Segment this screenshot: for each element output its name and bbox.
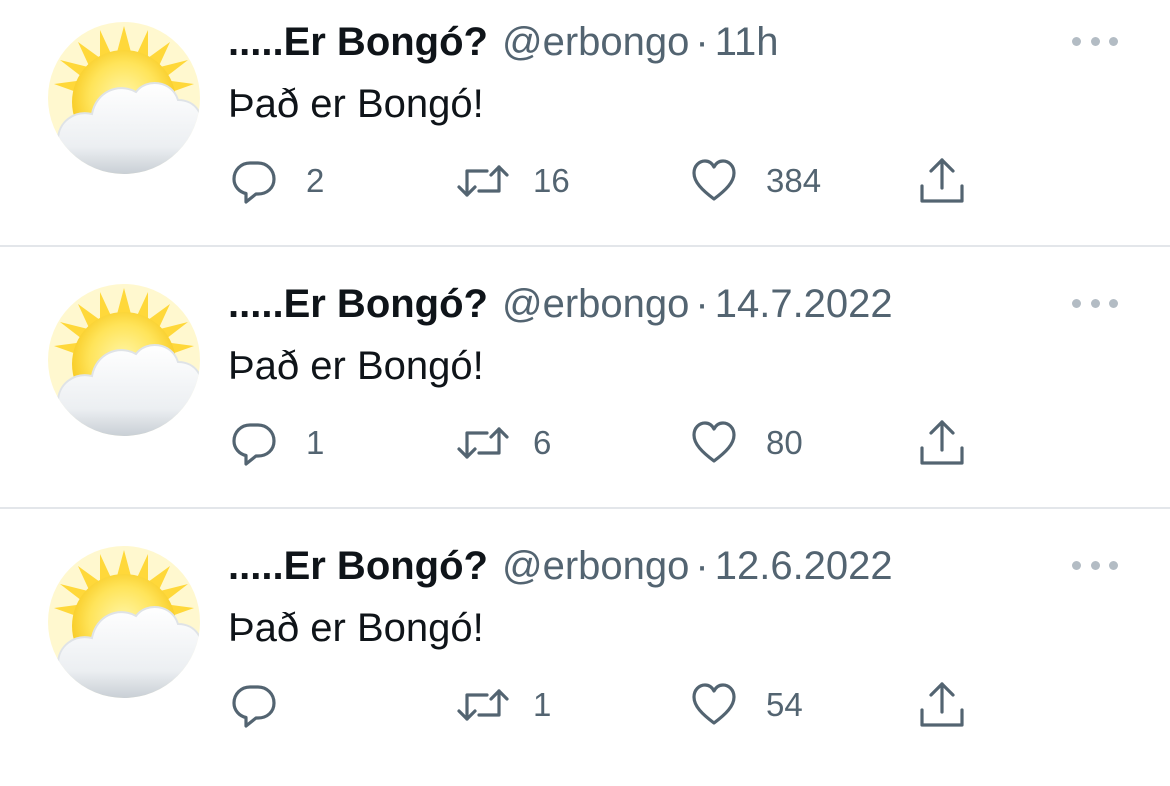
more-options-icon[interactable] bbox=[1072, 558, 1118, 572]
tweet[interactable]: .....Er Bongó? @erbongo · 14.7.2022 Það … bbox=[0, 262, 1170, 524]
heart-icon bbox=[692, 421, 736, 463]
retweet-button[interactable]: 16 bbox=[455, 156, 570, 206]
like-count: 80 bbox=[766, 424, 803, 461]
retweet-count: 6 bbox=[533, 424, 552, 461]
avatar[interactable] bbox=[48, 22, 200, 174]
reply-icon bbox=[232, 161, 276, 204]
avatar[interactable] bbox=[48, 284, 200, 436]
separator-dot: · bbox=[695, 544, 709, 588]
more-options-icon[interactable] bbox=[1072, 34, 1118, 48]
user-handle[interactable]: @erbongo bbox=[502, 542, 689, 590]
reply-button[interactable] bbox=[230, 680, 306, 730]
tweet-text: Það er Bongó! bbox=[228, 82, 484, 126]
share-icon bbox=[920, 158, 964, 203]
tweet-divider bbox=[0, 507, 1170, 509]
retweet-icon bbox=[457, 427, 509, 459]
more-options-icon[interactable] bbox=[1072, 296, 1118, 310]
heart-icon bbox=[692, 683, 736, 725]
tweet-divider bbox=[0, 245, 1170, 247]
like-button[interactable]: 54 bbox=[690, 680, 803, 730]
reply-count: 2 bbox=[306, 162, 325, 199]
user-handle[interactable]: @erbongo bbox=[502, 18, 689, 66]
like-count: 384 bbox=[766, 162, 822, 199]
sun-behind-cloud-icon bbox=[48, 546, 200, 698]
retweet-button[interactable]: 6 bbox=[455, 418, 551, 468]
share-button[interactable] bbox=[918, 418, 966, 468]
share-button[interactable] bbox=[918, 156, 966, 206]
like-count: 54 bbox=[766, 686, 803, 723]
tweet[interactable]: .....Er Bongó? @erbongo · 11h Það er Bon… bbox=[0, 0, 1170, 262]
reply-button[interactable]: 1 bbox=[230, 418, 324, 468]
like-button[interactable]: 80 bbox=[690, 418, 803, 468]
tweet-text: Það er Bongó! bbox=[228, 344, 484, 388]
tweet[interactable]: .....Er Bongó? @erbongo · 12.6.2022 Það … bbox=[0, 524, 1170, 786]
retweet-button[interactable]: 1 bbox=[455, 680, 551, 730]
retweet-count: 1 bbox=[533, 686, 552, 723]
reply-button[interactable]: 2 bbox=[230, 156, 324, 206]
user-handle[interactable]: @erbongo bbox=[502, 280, 689, 328]
like-button[interactable]: 384 bbox=[690, 156, 821, 206]
reply-count: 1 bbox=[306, 424, 325, 461]
retweet-icon bbox=[457, 689, 509, 721]
share-icon bbox=[920, 420, 964, 465]
display-name[interactable]: .....Er Bongó? bbox=[228, 542, 488, 590]
share-button[interactable] bbox=[918, 680, 966, 730]
tweet-text: Það er Bongó! bbox=[228, 606, 484, 650]
tweet-header: .....Er Bongó? @erbongo · 11h bbox=[228, 18, 779, 66]
display-name[interactable]: .....Er Bongó? bbox=[228, 280, 488, 328]
separator-dot: · bbox=[695, 20, 709, 64]
reply-icon bbox=[232, 423, 276, 466]
tweet-header: .....Er Bongó? @erbongo · 14.7.2022 bbox=[228, 280, 893, 328]
timestamp[interactable]: 14.7.2022 bbox=[715, 280, 893, 328]
separator-dot: · bbox=[695, 282, 709, 326]
retweet-count: 16 bbox=[533, 162, 570, 199]
avatar[interactable] bbox=[48, 546, 200, 698]
display-name[interactable]: .....Er Bongó? bbox=[228, 18, 488, 66]
retweet-icon bbox=[457, 165, 509, 197]
share-icon bbox=[920, 682, 964, 727]
timestamp[interactable]: 11h bbox=[715, 18, 779, 66]
sun-behind-cloud-icon bbox=[48, 284, 200, 436]
tweet-header: .....Er Bongó? @erbongo · 12.6.2022 bbox=[228, 542, 893, 590]
timestamp[interactable]: 12.6.2022 bbox=[715, 542, 893, 590]
reply-icon bbox=[232, 685, 276, 728]
heart-icon bbox=[692, 159, 736, 201]
sun-behind-cloud-icon bbox=[48, 22, 200, 174]
